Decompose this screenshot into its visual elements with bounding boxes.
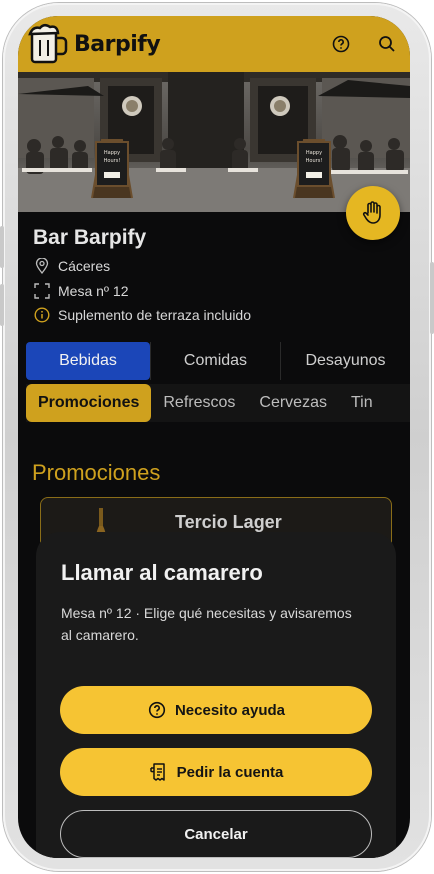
venue-location-row: Cáceres [34,258,110,274]
need-help-label: Necesito ayuda [174,701,286,719]
hero-terrace-photo: Happy Hours! Happy Hours! [18,72,410,212]
location-pin-icon [34,258,50,274]
subcategory-tabs: Promociones Refrescos Cervezas Tin [26,384,410,422]
svg-text:Hours!: Hours! [306,158,323,164]
info-icon [34,307,50,323]
svg-text:Happy: Happy [104,150,120,156]
request-bill-label: Pedir la cuenta [176,763,284,781]
receipt-icon [149,762,169,782]
search-icon[interactable] [376,33,398,55]
call-waiter-hand-button[interactable] [346,186,400,240]
category-tabs: Bebidas Comidas Desayunos [26,342,410,380]
tab-desayunos[interactable]: Desayunos [280,342,410,380]
product-name: Tercio Lager [175,512,282,532]
venue-table: Mesa nº 12 [58,283,129,299]
sheet-description: Mesa nº 12 · Elige qué necesitas y avisa… [61,605,352,643]
tab-comidas[interactable]: Comidas [150,342,280,380]
help-circle-icon[interactable] [330,33,352,55]
chip-tin[interactable]: Tin [339,384,385,422]
help-circle-icon [147,700,167,720]
cancel-button[interactable]: Cancelar [60,810,372,858]
brand-name: Barpify [74,31,161,57]
chip-promociones[interactable]: Promociones [26,384,152,422]
app-screen: Barpify Happy Hours! Happy Hours! Bar Ba… [18,16,410,858]
svg-text:Happy: Happy [306,150,322,156]
qr-scan-icon [34,283,50,299]
venue-notice: Suplemento de terraza incluido [58,307,252,323]
hand-icon [362,201,381,224]
tab-bebidas[interactable]: Bebidas [26,342,150,380]
top-bar: Barpify [18,16,410,72]
call-waiter-sheet: Llamar al camarero Mesa nº 12 · Elige qu… [36,532,396,858]
chip-cervezas[interactable]: Cervezas [247,384,339,422]
side-button-left-2 [0,284,4,326]
beer-mug-logo-icon [26,22,70,66]
venue-city: Cáceres [58,258,111,274]
chip-refrescos[interactable]: Refrescos [151,384,247,422]
side-button-left-1 [0,226,4,268]
venue-notice-row: Suplemento de terraza incluido [34,307,251,323]
request-bill-button[interactable]: Pedir la cuenta [60,748,372,796]
section-title: Promociones [32,460,161,485]
side-button-right [430,262,434,334]
need-help-button[interactable]: Necesito ayuda [60,686,372,734]
sheet-title: Llamar al camarero [61,560,263,585]
venue-table-row: Mesa nº 12 [34,283,129,299]
venue-name: Bar Barpify [33,226,147,249]
svg-text:Hours!: Hours! [104,158,121,164]
